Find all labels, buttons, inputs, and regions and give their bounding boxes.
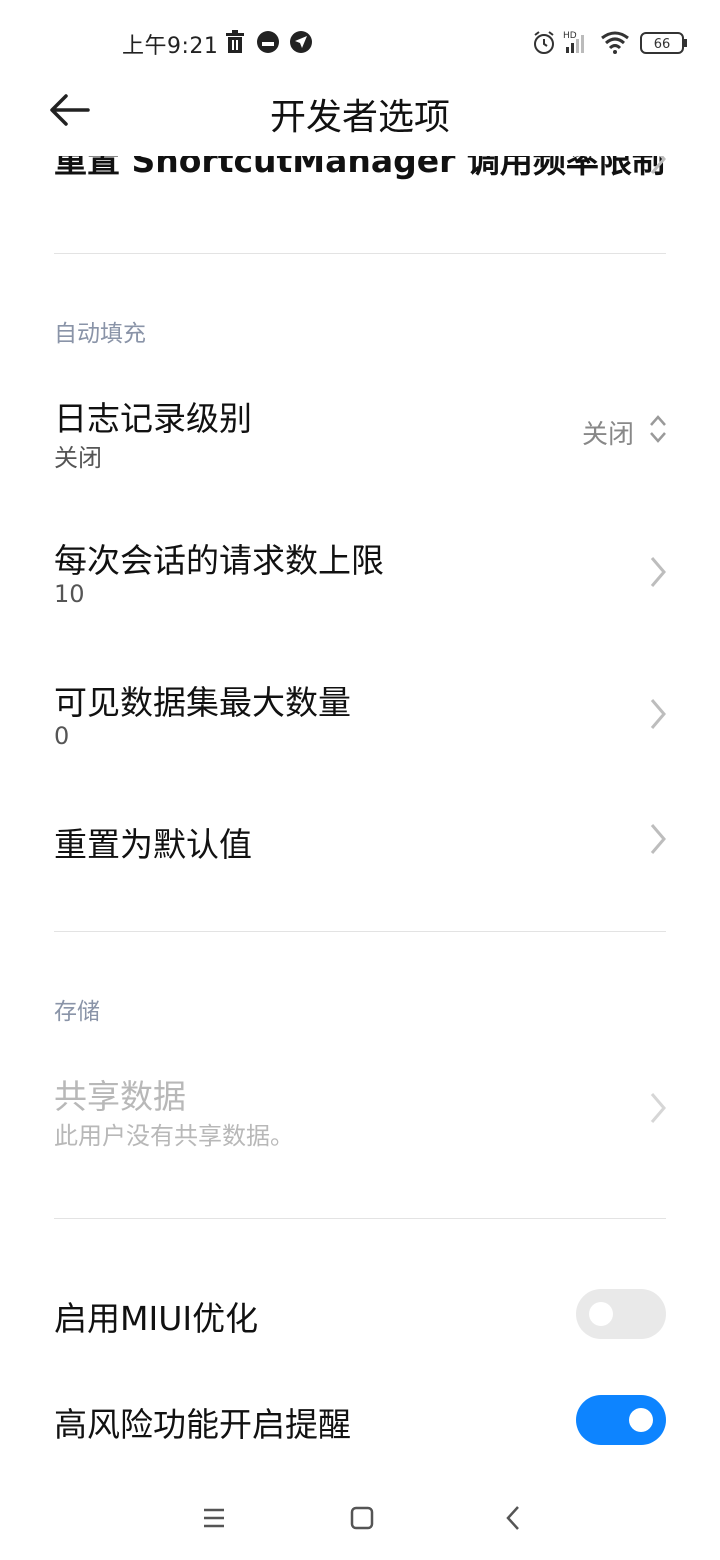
trash-icon bbox=[224, 30, 246, 58]
reset-default-row[interactable]: 重置为默认值 bbox=[0, 806, 720, 886]
battery-icon: 66 bbox=[640, 32, 688, 58]
menu-button[interactable] bbox=[192, 1498, 236, 1538]
max-requests-row[interactable]: 每次会话的请求数上限 10 bbox=[0, 522, 720, 632]
signal-label: HD bbox=[563, 31, 577, 41]
max-datasets-title: 可见数据集最大数量 bbox=[54, 683, 351, 722]
signal-icon: HD bbox=[562, 29, 592, 59]
notification-circle-icon bbox=[256, 30, 280, 58]
divider bbox=[54, 1218, 666, 1219]
section-header-storage: 存储 bbox=[54, 999, 100, 1025]
home-button[interactable] bbox=[340, 1498, 384, 1538]
chevron-right-icon bbox=[650, 824, 666, 854]
miui-optimization-title: 启用MIUI优化 bbox=[54, 1299, 259, 1338]
menu-icon bbox=[204, 1508, 224, 1528]
reset-default-title: 重置为默认值 bbox=[54, 825, 252, 864]
shared-data-subtitle: 此用户没有共享数据。 bbox=[54, 1122, 294, 1150]
header: 开发者选项 bbox=[0, 70, 720, 156]
chevron-right-icon bbox=[650, 557, 666, 587]
risk-alert-title: 高风险功能开启提醒 bbox=[54, 1405, 351, 1444]
page-title: 开发者选项 bbox=[269, 97, 450, 138]
chevron-updown-icon bbox=[650, 415, 666, 443]
reset-shortcut-label: 重置 ShortcutManager 调用频率限制 bbox=[54, 156, 665, 180]
miui-optimization-toggle[interactable] bbox=[576, 1289, 666, 1339]
status-time: 上午9:21 bbox=[122, 34, 219, 59]
max-requests-title: 每次会话的请求数上限 bbox=[54, 541, 384, 580]
navigation-bar bbox=[0, 1480, 720, 1560]
shared-data-row[interactable]: 共享数据 此用户没有共享数据。 bbox=[0, 1058, 720, 1168]
max-datasets-subtitle: 0 bbox=[54, 722, 70, 750]
alarm-icon bbox=[532, 30, 556, 60]
chevron-right-icon bbox=[650, 699, 666, 729]
wifi-icon bbox=[600, 30, 630, 58]
risk-alert-toggle[interactable] bbox=[576, 1395, 666, 1445]
divider bbox=[54, 253, 666, 254]
toggle-knob bbox=[589, 1302, 613, 1326]
log-level-title: 日志记录级别 bbox=[54, 399, 252, 438]
home-icon bbox=[350, 1506, 374, 1530]
max-datasets-row[interactable]: 可见数据集最大数量 0 bbox=[0, 664, 720, 774]
log-level-subtitle: 关闭 bbox=[54, 444, 102, 472]
shared-data-title: 共享数据 bbox=[54, 1077, 186, 1116]
divider bbox=[54, 931, 666, 932]
log-level-row[interactable]: 日志记录级别 关闭 关闭 bbox=[0, 380, 720, 490]
nav-back-button[interactable] bbox=[492, 1498, 536, 1538]
risk-alert-row: 高风险功能开启提醒 bbox=[0, 1386, 720, 1456]
chevron-right-icon bbox=[650, 156, 666, 174]
send-app-icon bbox=[289, 30, 313, 58]
log-level-value: 关闭 bbox=[581, 420, 634, 450]
section-header-autofill: 自动填充 bbox=[54, 321, 146, 347]
reset-shortcut-row[interactable]: 重置 ShortcutManager 调用频率限制 bbox=[0, 156, 720, 182]
battery-level: 66 bbox=[654, 37, 671, 52]
toggle-knob bbox=[629, 1408, 653, 1432]
max-requests-subtitle: 10 bbox=[54, 580, 85, 608]
chevron-right-icon bbox=[650, 1093, 666, 1123]
back-icon bbox=[506, 1506, 519, 1530]
miui-optimization-row: 启用MIUI优化 bbox=[0, 1280, 720, 1350]
